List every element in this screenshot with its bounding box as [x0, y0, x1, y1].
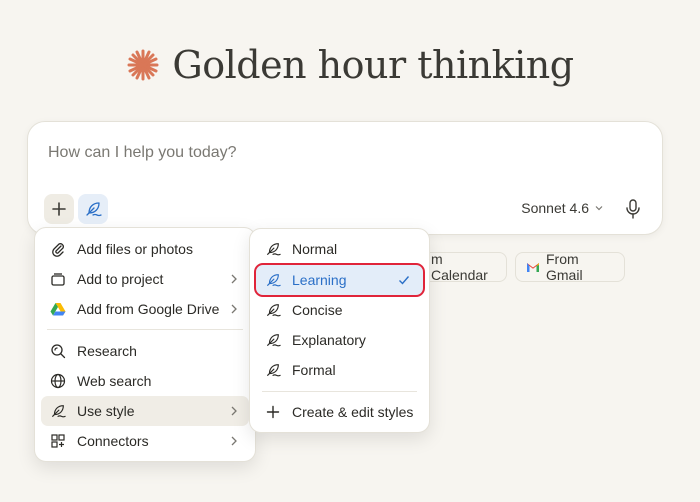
spark-logo-icon: [126, 48, 160, 82]
greeting-header: Golden hour thinking: [0, 38, 700, 92]
menu-item-add-files[interactable]: Add files or photos: [41, 234, 249, 264]
menu-item-label: Add files or photos: [77, 241, 193, 257]
style-option-learning[interactable]: Learning: [254, 263, 425, 297]
checkmark-icon: [397, 273, 411, 287]
add-content-menu: Add files or photos Add to project Add f…: [34, 227, 256, 462]
menu-item-label: Web search: [77, 373, 152, 389]
feather-icon: [264, 331, 282, 349]
google-drive-icon: [49, 300, 67, 318]
menu-divider: [47, 329, 243, 330]
add-content-button[interactable]: [44, 194, 74, 224]
style-option-label: Explanatory: [292, 332, 366, 348]
menu-item-use-style[interactable]: Use style: [41, 396, 249, 426]
create-styles-label: Create & edit styles: [292, 404, 414, 420]
create-edit-styles-button[interactable]: Create & edit styles: [256, 397, 423, 427]
menu-divider: [262, 391, 417, 392]
menu-item-web-search[interactable]: Web search: [41, 366, 249, 396]
feather-icon: [264, 301, 282, 319]
menu-item-connectors[interactable]: Connectors: [41, 426, 249, 456]
page-title: Golden hour thinking: [172, 43, 574, 87]
feather-icon: [49, 402, 67, 420]
style-option-label: Learning: [292, 272, 347, 288]
style-option-explanatory[interactable]: Explanatory: [256, 325, 423, 355]
research-icon: [49, 342, 67, 360]
menu-item-label: Add to project: [77, 271, 164, 287]
menu-item-label: Research: [77, 343, 137, 359]
plus-icon: [264, 403, 282, 421]
chevron-right-icon: [227, 302, 241, 316]
feather-icon: [84, 200, 102, 218]
gmail-icon: [526, 262, 540, 273]
chevron-right-icon: [227, 434, 241, 448]
model-selector[interactable]: Sonnet 4.6: [521, 200, 604, 216]
menu-item-label: Add from Google Drive: [77, 301, 220, 317]
connectors-icon: [49, 432, 67, 450]
style-button[interactable]: [78, 194, 108, 224]
chip-label: From Gmail: [546, 251, 583, 283]
style-option-label: Normal: [292, 241, 338, 257]
globe-icon: [49, 372, 67, 390]
style-option-concise[interactable]: Concise: [256, 295, 423, 325]
chevron-right-icon: [227, 404, 241, 418]
plus-icon: [51, 201, 67, 217]
menu-item-label: Connectors: [77, 433, 149, 449]
menu-item-research[interactable]: Research: [41, 336, 249, 366]
menu-item-add-to-project[interactable]: Add to project: [41, 264, 249, 294]
style-submenu: Normal Learning Concise Explanatory Form…: [249, 228, 430, 433]
chip-label: m Calendar: [431, 251, 488, 283]
style-option-label: Formal: [292, 362, 336, 378]
menu-item-google-drive[interactable]: Add from Google Drive: [41, 294, 249, 324]
message-input[interactable]: How can I help you today?: [48, 144, 237, 162]
microphone-button[interactable]: [624, 198, 642, 220]
chevron-down-icon: [594, 203, 604, 213]
feather-icon: [264, 361, 282, 379]
paperclip-icon: [49, 240, 67, 258]
gmail-chip[interactable]: From Gmail: [515, 251, 625, 283]
style-option-formal[interactable]: Formal: [256, 355, 423, 385]
style-option-normal[interactable]: Normal: [256, 234, 423, 264]
chevron-right-icon: [227, 272, 241, 286]
style-option-label: Concise: [292, 302, 343, 318]
feather-icon: [264, 240, 282, 258]
message-composer[interactable]: How can I help you today? Sonnet 4.6: [27, 121, 663, 235]
feather-icon: [264, 271, 282, 289]
microphone-icon: [624, 198, 642, 220]
model-label: Sonnet 4.6: [521, 200, 589, 216]
menu-item-label: Use style: [77, 403, 135, 419]
project-icon: [49, 270, 67, 288]
